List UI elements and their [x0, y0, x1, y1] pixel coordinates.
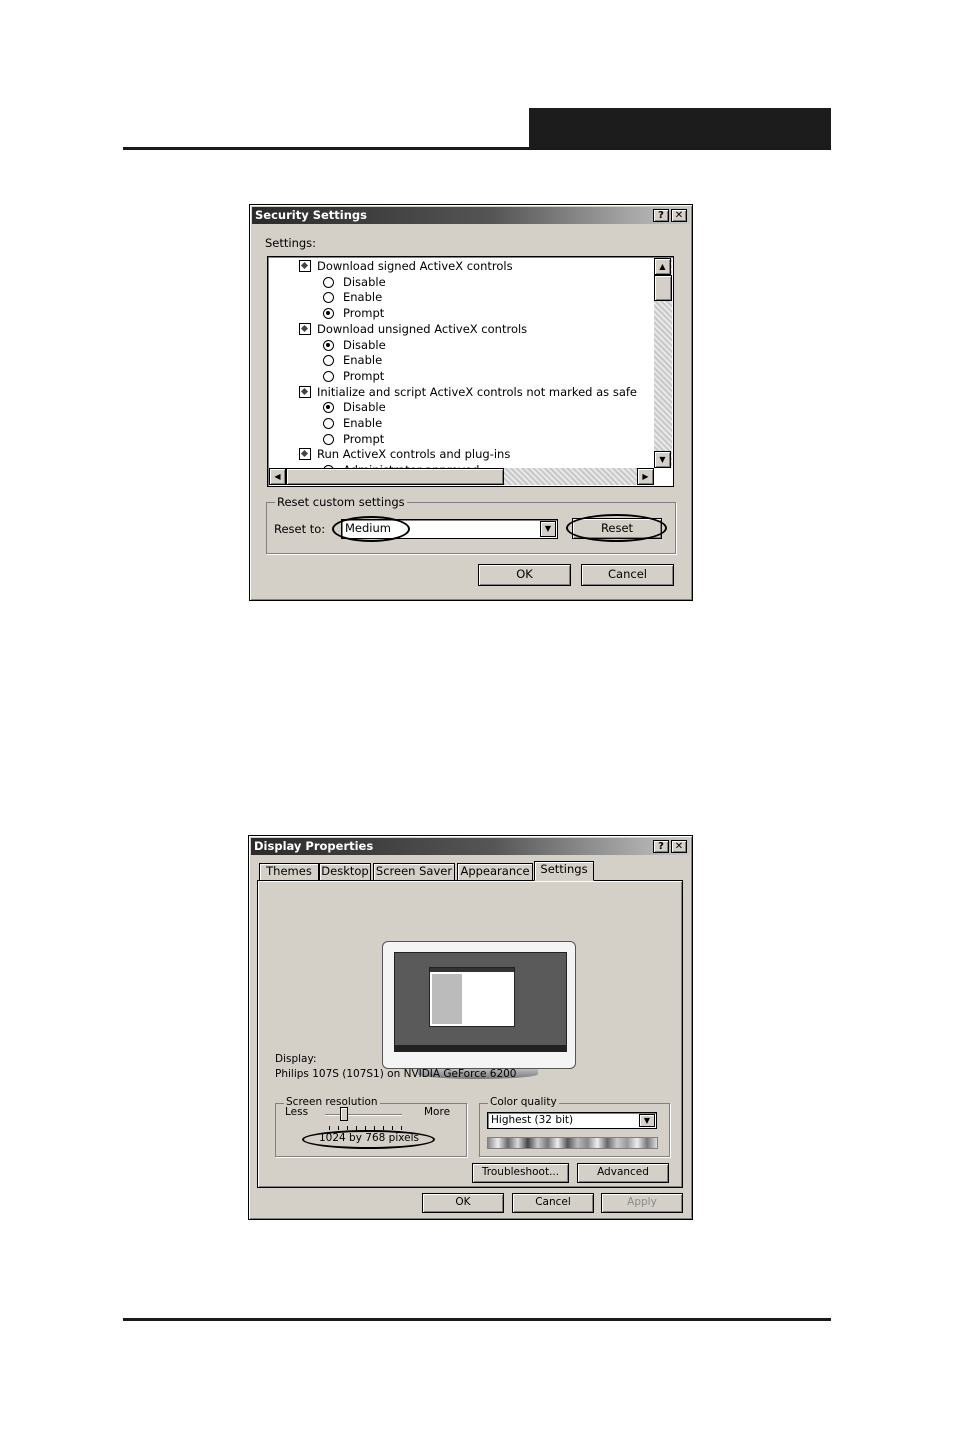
settings-item-label: Download unsigned ActiveX controls: [317, 321, 528, 336]
settings-category-icon: [299, 260, 311, 272]
settings-list[interactable]: Download signed ActiveX controls Disable E…: [267, 256, 674, 487]
display-ok-button[interactable]: OK: [422, 1193, 504, 1213]
header-rule: [123, 147, 831, 150]
resolution-slider-thumb[interactable]: [340, 1107, 349, 1121]
display-label: Display:: [275, 1053, 317, 1065]
ok-button[interactable]: OK: [478, 564, 571, 586]
chevron-down-icon[interactable]: ▼: [540, 521, 556, 537]
settings-item-label: Enable: [343, 416, 383, 430]
display-help-button[interactable]: ?: [653, 840, 669, 853]
settings-item-label: Enable: [343, 290, 383, 305]
header-block: [529, 108, 831, 150]
radio-unchecked-icon[interactable]: [323, 276, 334, 288]
radio-unchecked-icon[interactable]: [323, 355, 334, 367]
horizontal-scroll-thumb[interactable]: [286, 468, 504, 485]
more-label: More: [424, 1106, 451, 1118]
reset-group-label: Reset custom settings: [275, 495, 407, 509]
advanced-button[interactable]: Advanced: [577, 1163, 669, 1183]
highlight-ellipse-reset: [566, 514, 667, 542]
troubleshoot-button[interactable]: Troubleshoot...: [472, 1163, 569, 1183]
tab-screen-saver[interactable]: Screen Saver: [373, 863, 455, 880]
radio-checked-icon[interactable]: [323, 339, 334, 351]
tab-themes[interactable]: Themes: [259, 863, 319, 880]
scroll-down-button[interactable]: ▼: [654, 451, 671, 468]
monitor-screen: [394, 952, 567, 1052]
display-cancel-button[interactable]: Cancel: [512, 1193, 594, 1213]
tab-appearance[interactable]: Appearance: [457, 863, 533, 880]
settings-item-label: Run ActiveX controls and plug-ins: [317, 447, 511, 462]
vertical-scrollbar[interactable]: ▲ ▼: [654, 258, 672, 468]
settings-item-label: Initialize and script ActiveX controls n…: [317, 384, 637, 399]
close-button[interactable]: ✕: [671, 209, 687, 222]
color-quality-select[interactable]: Highest (32 bit) ▼: [487, 1112, 657, 1129]
settings-option-radio[interactable]: Enable: [323, 352, 382, 368]
display-close-button[interactable]: ✕: [671, 840, 687, 853]
scroll-left-button[interactable]: ◀: [269, 468, 286, 485]
resolution-slider-track[interactable]: [325, 1114, 402, 1116]
settings-item-label: Disable: [343, 274, 386, 289]
settings-option-radio[interactable]: Prompt: [323, 431, 384, 447]
monitor-preview: [382, 941, 576, 1069]
settings-label: Settings:: [265, 236, 317, 250]
settings-option-radio[interactable]: Prompt: [323, 368, 384, 384]
less-label: Less: [285, 1106, 309, 1118]
settings-item-label: Prompt: [343, 431, 385, 446]
radio-unchecked-icon[interactable]: [323, 433, 334, 445]
security-settings-dialog: Security Settings ? ✕ Settings: Download…: [249, 204, 693, 601]
color-chevron-down-icon[interactable]: ▼: [639, 1114, 655, 1127]
reset-to-label: Reset to:: [274, 522, 326, 536]
settings-option-radio[interactable]: Disable: [323, 337, 386, 353]
preview-taskbar: [395, 1045, 566, 1051]
display-device: Philips 107S (107S1) on NVIDIA GeForce 6…: [275, 1068, 517, 1080]
cancel-button[interactable]: Cancel: [581, 564, 674, 586]
color-sample-bar: [487, 1137, 658, 1149]
settings-option-radio[interactable]: Enable: [323, 415, 382, 431]
settings-item-label: Disable: [343, 337, 386, 352]
preview-window: [429, 967, 515, 1027]
color-group-label: Color quality: [488, 1096, 559, 1108]
settings-option-radio[interactable]: Disable: [323, 274, 386, 290]
security-titlebar: Security Settings ? ✕: [252, 207, 690, 224]
radio-unchecked-icon[interactable]: [323, 292, 334, 304]
settings-category: Download signed ActiveX controls: [299, 258, 513, 274]
settings-option-radio[interactable]: Disable: [323, 399, 386, 415]
settings-category: Download unsigned ActiveX controls: [299, 321, 527, 337]
settings-item-label: Disable: [343, 400, 386, 415]
footer-rule: [123, 1318, 831, 1321]
apply-button[interactable]: Apply: [601, 1193, 683, 1213]
security-title: Security Settings: [255, 208, 367, 222]
horizontal-scrollbar[interactable]: ◀ ▶: [269, 468, 654, 485]
color-quality-value: Highest (32 bit): [491, 1114, 574, 1126]
settings-category-icon: [299, 385, 311, 398]
display-title: Display Properties: [254, 839, 374, 853]
highlight-ellipse-medium: [332, 516, 410, 542]
settings-item-label: Download signed ActiveX controls: [317, 259, 513, 273]
radio-unchecked-icon[interactable]: [323, 418, 334, 429]
tab-settings[interactable]: Settings: [534, 861, 594, 881]
settings-option-radio[interactable]: Enable: [323, 289, 382, 305]
settings-category-icon: [299, 322, 311, 335]
settings-category-icon: [299, 448, 311, 461]
settings-option-radio[interactable]: Prompt: [323, 305, 384, 321]
settings-tab-panel: Display: Philips 107S (107S1) on NVIDIA …: [257, 880, 683, 1188]
highlight-ellipse-resolution: [302, 1130, 435, 1149]
settings-item-label: Enable: [343, 353, 383, 368]
scroll-up-button[interactable]: ▲: [654, 258, 671, 275]
radio-checked-icon[interactable]: [323, 402, 334, 414]
help-button[interactable]: ?: [653, 209, 669, 222]
scroll-right-button[interactable]: ▶: [637, 468, 654, 485]
settings-item-label: Prompt: [343, 368, 385, 383]
display-titlebar: Display Properties ? ✕: [251, 838, 690, 855]
radio-checked-icon[interactable]: [323, 308, 334, 320]
settings-item-label: Prompt: [343, 306, 385, 321]
tab-desktop[interactable]: Desktop: [319, 863, 371, 880]
settings-category: Initialize and script ActiveX controls n…: [299, 384, 637, 400]
radio-unchecked-icon[interactable]: [323, 370, 334, 382]
display-properties-dialog: Display Properties ? ✕ Themes Desktop Scre…: [248, 835, 693, 1220]
settings-category: Run ActiveX controls and plug-ins: [299, 446, 510, 462]
scroll-thumb[interactable]: [654, 275, 672, 301]
